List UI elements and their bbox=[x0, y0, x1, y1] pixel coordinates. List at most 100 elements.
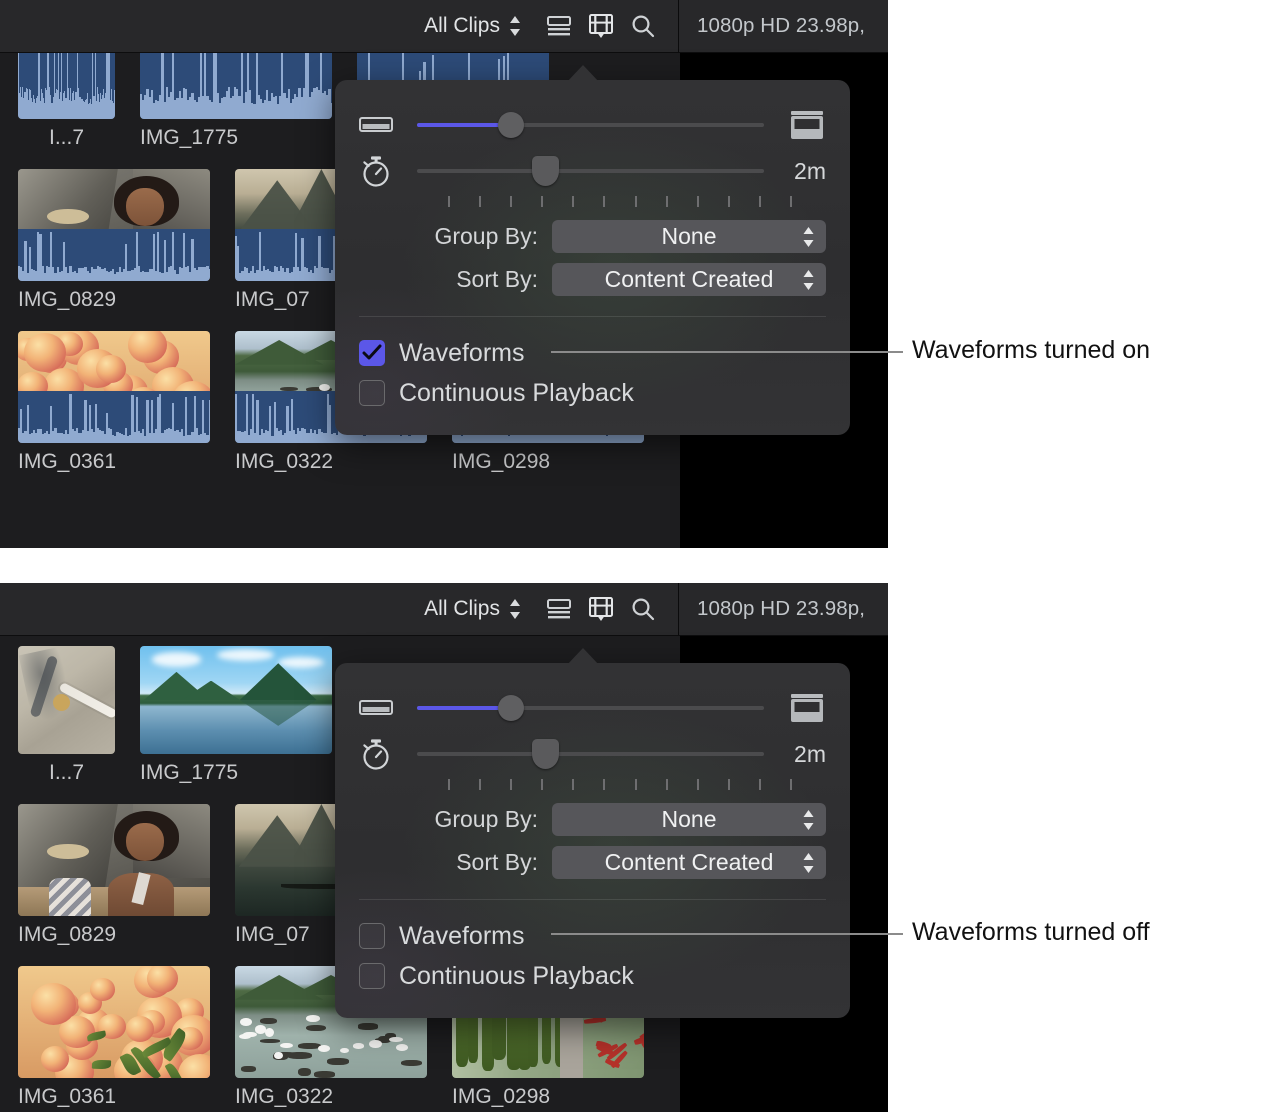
clip-item[interactable]: IMG_0829 bbox=[18, 804, 210, 960]
sort-by-label: Sort By: bbox=[456, 849, 538, 876]
clip-name: IMG_1775 bbox=[140, 754, 332, 798]
chevron-updown-icon bbox=[802, 809, 815, 831]
sort-by-select[interactable]: Content Created bbox=[552, 846, 826, 879]
sort-by-select[interactable]: Content Created bbox=[552, 263, 826, 296]
clip-item[interactable]: IMG_0361 bbox=[18, 966, 210, 1112]
waveforms-label: Waveforms bbox=[399, 339, 524, 368]
browser-options-popover[interactable]: 2m Group By: None bbox=[335, 80, 850, 435]
up-down-chevron-icon[interactable] bbox=[508, 14, 522, 38]
filmstrip-view-icon[interactable] bbox=[580, 9, 622, 43]
duration-value-label: 2m bbox=[794, 158, 826, 185]
photo-rope bbox=[18, 646, 115, 754]
large-thumbnail-icon[interactable] bbox=[764, 109, 826, 141]
waveforms-label: Waveforms bbox=[399, 922, 524, 951]
duration-value: 2m bbox=[764, 741, 826, 768]
group-by-row: Group By: None bbox=[359, 220, 826, 253]
duration-slider[interactable] bbox=[417, 743, 764, 765]
app-window-waveforms-off: I...7 bbox=[0, 583, 888, 1112]
search-icon[interactable] bbox=[622, 592, 664, 626]
clip-item[interactable]: IMG_0361 bbox=[18, 331, 210, 487]
clip-name: IMG_0829 bbox=[18, 281, 210, 325]
photo-women-cliff bbox=[18, 804, 210, 916]
group-by-row: Group By: None bbox=[359, 803, 826, 836]
sort-by-label: Sort By: bbox=[456, 266, 538, 293]
clip-name: I...7 bbox=[18, 119, 115, 163]
continuous-playback-label: Continuous Playback bbox=[399, 379, 634, 408]
clip-item[interactable]: IMG_0829 bbox=[18, 169, 210, 325]
sort-by-value: Content Created bbox=[605, 849, 774, 876]
duration-ticks bbox=[417, 777, 826, 793]
clip-thumbnail[interactable] bbox=[140, 646, 332, 754]
clip-item[interactable]: IMG_1775 bbox=[140, 646, 332, 798]
clip-name: IMG_0322 bbox=[235, 1078, 427, 1112]
group-by-label: Group By: bbox=[434, 806, 538, 833]
continuous-playback-label: Continuous Playback bbox=[399, 962, 634, 991]
small-thumbnail-icon[interactable] bbox=[359, 115, 417, 135]
photo-peaches bbox=[18, 966, 210, 1078]
waveforms-checkbox-row[interactable]: Waveforms bbox=[359, 333, 826, 373]
clip-name: IMG_0322 bbox=[235, 443, 427, 487]
group-by-value: None bbox=[662, 223, 717, 250]
duration-slider[interactable] bbox=[417, 160, 764, 182]
large-thumbnail-icon[interactable] bbox=[764, 692, 826, 724]
up-down-chevron-icon[interactable] bbox=[508, 597, 522, 621]
app-window-waveforms-on: I...7 IMG_1775 bbox=[0, 0, 888, 548]
duration-slider-row: 2m bbox=[359, 731, 826, 777]
group-by-select[interactable]: None bbox=[552, 803, 826, 836]
browser-toolbar: All Clips bbox=[0, 0, 888, 53]
waveforms-checkbox[interactable] bbox=[359, 340, 385, 366]
group-by-select[interactable]: None bbox=[552, 220, 826, 253]
filmstrip-view-icon[interactable] bbox=[580, 592, 622, 626]
clip-thumbnail[interactable] bbox=[18, 804, 210, 916]
continuous-playback-checkbox[interactable] bbox=[359, 963, 385, 989]
waveforms-checkbox-row[interactable]: Waveforms bbox=[359, 916, 826, 956]
audio-waveform bbox=[18, 391, 210, 443]
clip-format-info: 1080p HD 23.98p, bbox=[678, 0, 888, 52]
continuous-playback-checkbox[interactable] bbox=[359, 380, 385, 406]
clip-item[interactable]: I...7 bbox=[18, 646, 115, 798]
clip-thumbnail[interactable] bbox=[18, 169, 210, 281]
duration-value: 2m bbox=[764, 158, 826, 185]
browser-toolbar: All Clips bbox=[0, 583, 888, 636]
duration-value-label: 2m bbox=[794, 741, 826, 768]
callout-text-bottom: Waveforms turned off bbox=[912, 918, 1150, 947]
clip-name: IMG_0829 bbox=[18, 916, 210, 960]
audio-waveform bbox=[140, 53, 332, 119]
sort-by-value: Content Created bbox=[605, 266, 774, 293]
waveforms-checkbox[interactable] bbox=[359, 923, 385, 949]
appearance-slider[interactable] bbox=[417, 697, 764, 719]
callout-line-top bbox=[551, 351, 903, 353]
clip-name: IMG_1775 bbox=[140, 119, 332, 163]
group-by-label: Group By: bbox=[434, 223, 538, 250]
clip-thumbnail[interactable] bbox=[140, 53, 332, 119]
appearance-slider-row bbox=[359, 685, 826, 731]
clip-name: IMG_0298 bbox=[452, 443, 644, 487]
duration-slider-row: 2m bbox=[359, 148, 826, 194]
screenshot-root: I...7 IMG_1775 bbox=[0, 0, 1261, 1112]
audio-waveform bbox=[18, 229, 210, 281]
format-text: 1080p HD 23.98p, bbox=[697, 597, 865, 621]
browser-options-popover[interactable]: 2m Group By: None bbox=[335, 663, 850, 1018]
all-clips-label[interactable]: All Clips bbox=[424, 14, 500, 38]
continuous-playback-checkbox-row[interactable]: Continuous Playback bbox=[359, 956, 826, 996]
continuous-playback-checkbox-row[interactable]: Continuous Playback bbox=[359, 373, 826, 413]
clip-name: IMG_0361 bbox=[18, 1078, 210, 1112]
clip-item[interactable]: IMG_1775 bbox=[140, 53, 332, 163]
appearance-slider[interactable] bbox=[417, 114, 764, 136]
clip-thumbnail[interactable] bbox=[18, 331, 210, 443]
duration-ticks bbox=[417, 194, 826, 210]
format-text: 1080p HD 23.98p, bbox=[697, 14, 865, 38]
chevron-updown-icon bbox=[802, 226, 815, 248]
all-clips-label[interactable]: All Clips bbox=[424, 597, 500, 621]
list-view-icon[interactable] bbox=[538, 592, 580, 626]
clip-thumbnail[interactable] bbox=[18, 646, 115, 754]
clip-item[interactable]: I...7 bbox=[18, 53, 115, 163]
clip-thumbnail[interactable] bbox=[18, 53, 115, 119]
small-thumbnail-icon[interactable] bbox=[359, 698, 417, 718]
search-icon[interactable] bbox=[622, 9, 664, 43]
appearance-slider-row bbox=[359, 102, 826, 148]
chevron-updown-icon bbox=[802, 852, 815, 874]
list-view-icon[interactable] bbox=[538, 9, 580, 43]
clip-thumbnail[interactable] bbox=[18, 966, 210, 1078]
clip-name: I...7 bbox=[18, 754, 115, 798]
